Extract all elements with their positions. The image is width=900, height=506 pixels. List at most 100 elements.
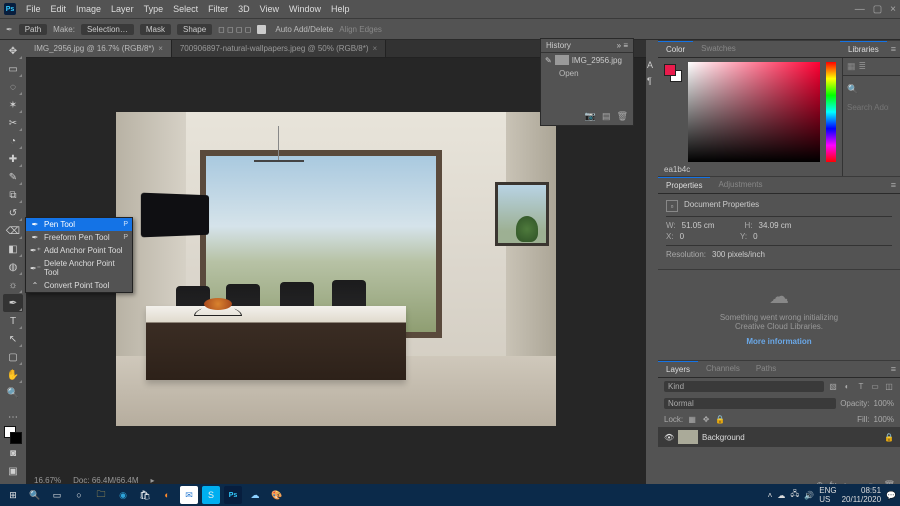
panel-menu-icon[interactable]: ≡ [887,361,900,377]
menu-layer[interactable]: Layer [111,4,134,14]
type-tool[interactable]: T [3,312,23,330]
flyout-freeform-pen-tool[interactable]: ✒Freeform Pen ToolP [26,231,132,244]
paths-tab[interactable]: Paths [748,361,784,377]
flyout-add-anchor-tool[interactable]: ✒⁺Add Anchor Point Tool [26,244,132,257]
menu-help[interactable]: Help [331,4,350,14]
visibility-eye-icon[interactable]: 👁 [664,433,674,442]
rectangle-tool[interactable]: ▢ [3,348,23,366]
history-snapshot[interactable]: ✎IMG_2956.jpg [541,53,633,67]
screen-mode-icon[interactable]: ▣ [3,462,23,480]
filter-pixel-icon[interactable]: ▧ [828,382,838,391]
clone-stamp-tool[interactable]: ⧉ [3,186,23,204]
menu-view[interactable]: View [260,4,279,14]
lock-all-icon[interactable]: 🔒 [715,415,725,424]
panel-menu-icon[interactable]: ≡ [887,177,900,193]
tray-chevron-icon[interactable]: ˄ [768,491,773,500]
tab-close-icon[interactable]: × [373,44,378,53]
hand-tool[interactable]: ✋ [3,366,23,384]
view-list-icon[interactable]: ≣ [859,61,867,72]
document-tab-active[interactable]: IMG_2956.jpg @ 16.7% (RGB/8*)× [26,40,172,57]
filter-type-icon[interactable]: T [856,382,866,391]
layer-lock-icon[interactable]: 🔒 [884,433,894,442]
image-canvas[interactable] [116,112,556,426]
menu-select[interactable]: Select [173,4,198,14]
create-document-from-state-icon[interactable]: 📷 [585,111,596,122]
fill-value[interactable]: 100% [874,415,894,424]
history-brush-tool[interactable]: ↺ [3,204,23,222]
paragraph-panel-icon[interactable]: ¶ [647,76,657,86]
window-maximize-icon[interactable]: ▢ [873,4,882,15]
flyout-convert-point-tool[interactable]: ⌃Convert Point Tool [26,279,132,292]
filter-smart-icon[interactable]: ◫ [884,382,894,391]
panel-menu-icon[interactable]: ≡ [887,41,900,57]
canvas-viewport[interactable] [48,76,624,462]
window-minimize-icon[interactable]: — [855,4,865,15]
channels-tab[interactable]: Channels [698,361,748,377]
flyout-pen-tool[interactable]: ✒Pen ToolP [26,218,132,231]
zoom-tool[interactable]: 🔍 [3,384,23,402]
make-mask-button[interactable]: Mask [140,24,171,35]
rectangular-marquee-tool[interactable]: ▭ [3,60,23,78]
document-tab-inactive[interactable]: 700906897-natural-wallpapers.jpeg @ 50% … [172,40,386,57]
delete-state-icon[interactable]: 🗑 [617,111,628,122]
window-close-icon[interactable]: × [890,4,896,15]
pen-tool[interactable]: ✒ [3,294,23,312]
dodge-tool[interactable]: ☼ [3,276,23,294]
resolution-value[interactable]: 300 pixels/inch [712,250,765,259]
menu-window[interactable]: Window [289,4,321,14]
tray-volume-icon[interactable]: 🔊 [804,491,814,500]
tool-mode-dropdown[interactable]: Path [19,24,47,35]
layer-thumbnail[interactable] [678,430,698,444]
panel-collapse-icon[interactable]: » ≡ [617,41,628,50]
color-tab[interactable]: Color [658,41,693,57]
explorer-icon[interactable]: 🗀 [92,486,110,504]
crop-tool[interactable]: ✂ [3,114,23,132]
skype-icon[interactable]: S [202,486,220,504]
make-selection-button[interactable]: Selection… [81,24,134,35]
spot-healing-tool[interactable]: ✚ [3,150,23,168]
path-operations-icons[interactable]: ◻ ◻ ◻ ◻ [218,25,251,34]
view-grid-icon[interactable]: ▦ [847,61,856,72]
blend-mode-dropdown[interactable]: Normal [664,398,836,409]
y-value[interactable]: 0 [753,232,757,241]
taskbar-search-icon[interactable]: 🔍 [26,486,44,504]
w-value[interactable]: 51.05 cm [682,221,715,230]
color-field[interactable] [688,62,820,162]
tray-network-icon[interactable]: 🖧 [790,488,799,502]
eraser-tool[interactable]: ⌫ [3,222,23,240]
edge-icon[interactable]: ◉ [114,486,132,504]
lock-pixels-icon[interactable]: ▦ [687,415,697,424]
foreground-background-swatch[interactable] [4,426,22,444]
libraries-tab[interactable]: Libraries [840,41,887,57]
layer-name[interactable]: Background [702,433,745,442]
task-view-icon[interactable]: ▭ [48,486,66,504]
start-button[interactable]: ⊞ [4,486,22,504]
tab-close-icon[interactable]: × [158,44,163,53]
history-step[interactable]: Open [541,67,633,80]
filter-adjust-icon[interactable]: ◐ [842,382,852,391]
cortana-icon[interactable]: ○ [70,486,88,504]
menu-image[interactable]: Image [76,4,101,14]
tray-clock[interactable]: 08:5120/11/2020 [842,486,881,504]
new-snapshot-icon[interactable]: ▤ [602,111,611,122]
libraries-search-input[interactable] [847,103,889,112]
gradient-tool[interactable]: ◧ [3,240,23,258]
x-value[interactable]: 0 [680,232,684,241]
edit-toolbar-icon[interactable]: ⋯ [3,408,23,426]
outlook-icon[interactable]: ✉ [180,486,198,504]
brush-tool[interactable]: ✎ [3,168,23,186]
app-icon-1[interactable]: ☁ [246,486,264,504]
layer-row-background[interactable]: 👁 Background 🔒 [658,427,900,447]
history-tab[interactable]: History [546,41,571,50]
menu-type[interactable]: Type [144,4,164,14]
store-icon[interactable]: 🛍 [136,486,154,504]
menu-filter[interactable]: Filter [208,4,228,14]
opacity-value[interactable]: 100% [874,399,894,408]
fg-bg-color-icon[interactable] [664,64,682,82]
menu-edit[interactable]: Edit [51,4,67,14]
filter-shape-icon[interactable]: ▭ [870,382,880,391]
flyout-delete-anchor-tool[interactable]: ✒⁻Delete Anchor Point Tool [26,257,132,279]
blur-tool[interactable]: ◍ [3,258,23,276]
h-value[interactable]: 34.09 cm [759,221,792,230]
character-panel-icon[interactable]: A [647,60,657,70]
